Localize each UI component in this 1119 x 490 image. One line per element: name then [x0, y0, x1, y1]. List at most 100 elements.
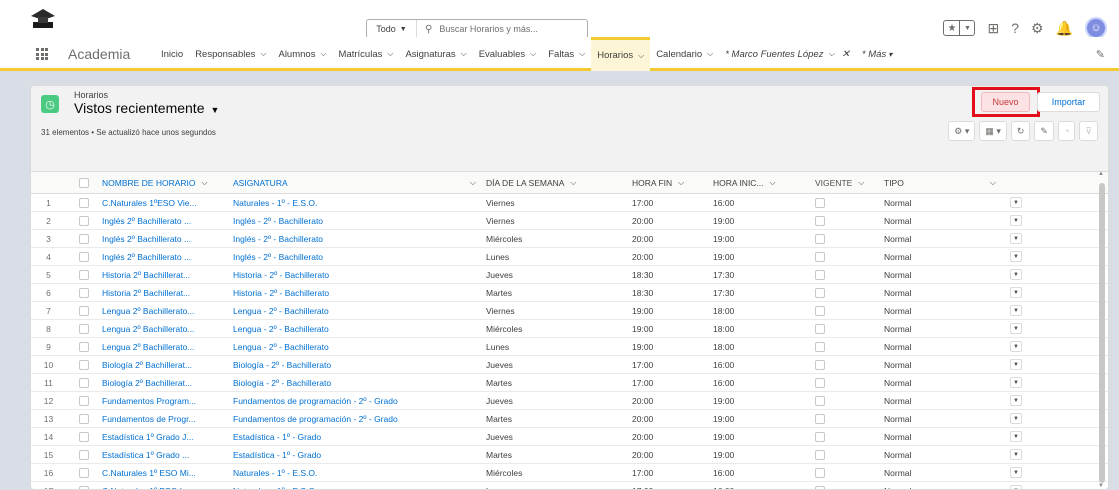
row-checkbox[interactable]: [66, 305, 102, 316]
row-actions[interactable]: ▼: [1010, 251, 1040, 262]
asignatura-link[interactable]: Estadística - 1º - Grado: [233, 432, 486, 442]
chevron-down-icon[interactable]: ⌵: [320, 49, 326, 59]
star-icon[interactable]: ★: [944, 21, 959, 35]
horario-name-link[interactable]: Fundamentos Program...: [102, 396, 233, 406]
col-tipo[interactable]: TIPO ⌵: [884, 178, 1010, 188]
row-actions[interactable]: ▼: [1010, 305, 1040, 316]
nav-tab-4[interactable]: Asignaturas ⌵: [399, 37, 472, 71]
setup-gear-icon[interactable]: ⚙: [1031, 21, 1044, 35]
notification-bell-icon[interactable]: 🔔: [1056, 21, 1073, 35]
asignatura-link[interactable]: Historia - 2º - Bachillerato: [233, 270, 486, 280]
row-actions[interactable]: ▼: [1010, 449, 1040, 460]
row-actions[interactable]: ▼: [1010, 197, 1040, 208]
horario-name-link[interactable]: C.Naturales 1º ESO Mi...: [102, 468, 233, 478]
import-button[interactable]: Importar: [1037, 92, 1100, 112]
row-checkbox[interactable]: [66, 233, 102, 244]
chevron-down-icon[interactable]: ⌵: [707, 49, 713, 59]
horario-name-link[interactable]: Inglés 2º Bachillerato ...: [102, 234, 233, 244]
chevron-down-icon[interactable]: ⌵: [530, 49, 536, 59]
row-actions[interactable]: ▼: [1010, 467, 1040, 478]
chevron-down-icon[interactable]: ⌵: [828, 49, 834, 59]
nav-tab-3[interactable]: Matrículas ⌵: [333, 37, 400, 71]
row-actions[interactable]: ▼: [1010, 287, 1040, 298]
asignatura-link[interactable]: Lengua - 2º - Bachillerato: [233, 306, 486, 316]
user-avatar-icon[interactable]: ☺: [1085, 17, 1107, 39]
chevron-down-icon[interactable]: ⌵: [260, 49, 266, 59]
chevron-down-icon[interactable]: ⌵: [638, 51, 644, 61]
col-hora-fin[interactable]: HORA FIN ⌵: [632, 178, 713, 188]
nav-tab-7[interactable]: Horarios ⌵: [591, 37, 651, 71]
row-checkbox[interactable]: [66, 377, 102, 388]
row-checkbox[interactable]: [66, 413, 102, 424]
chevron-down-icon[interactable]: ▼: [959, 21, 974, 35]
search-input[interactable]: Buscar Horarios y más...: [439, 24, 538, 34]
asignatura-link[interactable]: Biología - 2º - Bachillerato: [233, 378, 486, 388]
row-checkbox[interactable]: [66, 359, 102, 370]
list-settings-gear-icon[interactable]: ⚙ ▾: [948, 121, 976, 141]
asignatura-link[interactable]: Fundamentos de programación - 2º - Grado: [233, 414, 486, 424]
col-nombre[interactable]: NOMBRE DE HORARIO ⌵: [102, 178, 233, 188]
horario-name-link[interactable]: Biología 2º Bachillerat...: [102, 378, 233, 388]
row-actions[interactable]: ▼: [1010, 377, 1040, 388]
nav-tab-5[interactable]: Evaluables ⌵: [473, 37, 543, 71]
col-dia[interactable]: DÍA DE LA SEMANA ⌵: [486, 178, 632, 188]
row-actions[interactable]: ▼: [1010, 215, 1040, 226]
search-scope-dropdown[interactable]: Todo ▼: [367, 20, 417, 38]
col-hora-inicio[interactable]: HORA INIC... ⌵: [713, 178, 815, 188]
asignatura-link[interactable]: Estadística - 1º - Grado: [233, 450, 486, 460]
horario-name-link[interactable]: C.Naturales 1ºESO Vie...: [102, 198, 233, 208]
row-checkbox[interactable]: [66, 323, 102, 334]
horario-name-link[interactable]: Biología 2º Bachillerat...: [102, 360, 233, 370]
asignatura-link[interactable]: Naturales - 1º - E.S.O.: [233, 486, 486, 490]
horario-name-link[interactable]: Inglés 2º Bachillerato ...: [102, 252, 233, 262]
horario-name-link[interactable]: Estadística 1º Grado ...: [102, 450, 233, 460]
row-actions[interactable]: ▼: [1010, 359, 1040, 370]
nav-tab-1[interactable]: Responsables ⌵: [189, 37, 272, 71]
asignatura-link[interactable]: Historia - 2º - Bachillerato: [233, 288, 486, 298]
select-all-checkbox[interactable]: [66, 177, 102, 188]
col-asignatura[interactable]: ASIGNATURA ⌵: [233, 178, 486, 188]
help-icon[interactable]: ?: [1011, 21, 1019, 35]
horario-name-link[interactable]: Lengua 2º Bachillerato...: [102, 324, 233, 334]
close-tab-icon[interactable]: ✕: [842, 49, 850, 60]
nav-tab-6[interactable]: Faltas ⌵: [542, 37, 591, 71]
row-checkbox[interactable]: [66, 215, 102, 226]
charts-icon[interactable]: ◔: [1057, 121, 1076, 141]
display-as-table-icon[interactable]: ▦ ▾: [979, 121, 1007, 141]
row-checkbox[interactable]: [66, 269, 102, 280]
asignatura-link[interactable]: Naturales - 1º - E.S.O.: [233, 198, 486, 208]
horario-name-link[interactable]: C.Naturales 1º ESO Lu...: [102, 486, 233, 490]
horario-name-link[interactable]: Estadística 1º Grado J...: [102, 432, 233, 442]
row-checkbox[interactable]: [66, 287, 102, 298]
horario-name-link[interactable]: Lengua 2º Bachillerato...: [102, 306, 233, 316]
row-actions[interactable]: ▼: [1010, 323, 1040, 334]
nav-tab-2[interactable]: Alumnos ⌵: [272, 37, 332, 71]
favorites-group[interactable]: ★ ▼: [943, 20, 976, 36]
asignatura-link[interactable]: Lengua - 2º - Bachillerato: [233, 342, 486, 352]
chevron-down-icon[interactable]: ⌵: [387, 49, 393, 59]
horario-name-link[interactable]: Historia 2º Bachillerat...: [102, 288, 233, 298]
refresh-icon[interactable]: ↻: [1010, 121, 1031, 141]
horario-name-link[interactable]: Inglés 2º Bachillerato ...: [102, 216, 233, 226]
row-actions[interactable]: ▼: [1010, 485, 1040, 489]
nav-tab-8[interactable]: Calendario ⌵: [650, 37, 719, 71]
row-checkbox[interactable]: [66, 449, 102, 460]
row-checkbox[interactable]: [66, 431, 102, 442]
asignatura-link[interactable]: Inglés - 2º - Bachillerato: [233, 234, 486, 244]
row-checkbox[interactable]: [66, 395, 102, 406]
row-actions[interactable]: ▼: [1010, 395, 1040, 406]
row-actions[interactable]: ▼: [1010, 413, 1040, 424]
plus-icon[interactable]: ⊞: [987, 21, 999, 35]
row-checkbox[interactable]: [66, 467, 102, 478]
row-actions[interactable]: ▼: [1010, 233, 1040, 244]
horario-name-link[interactable]: Lengua 2º Bachillerato...: [102, 342, 233, 352]
filter-icon[interactable]: ⊽: [1079, 121, 1098, 141]
row-actions[interactable]: ▼: [1010, 341, 1040, 352]
inline-edit-pencil-icon[interactable]: ✎: [1034, 121, 1054, 141]
vertical-scrollbar[interactable]: ▲ ▼: [1098, 169, 1106, 489]
asignatura-link[interactable]: Fundamentos de programación - 2º - Grado: [233, 396, 486, 406]
row-actions[interactable]: ▼: [1010, 269, 1040, 280]
row-checkbox[interactable]: [66, 341, 102, 352]
asignatura-link[interactable]: Naturales - 1º - E.S.O.: [233, 468, 486, 478]
row-checkbox[interactable]: [66, 485, 102, 489]
